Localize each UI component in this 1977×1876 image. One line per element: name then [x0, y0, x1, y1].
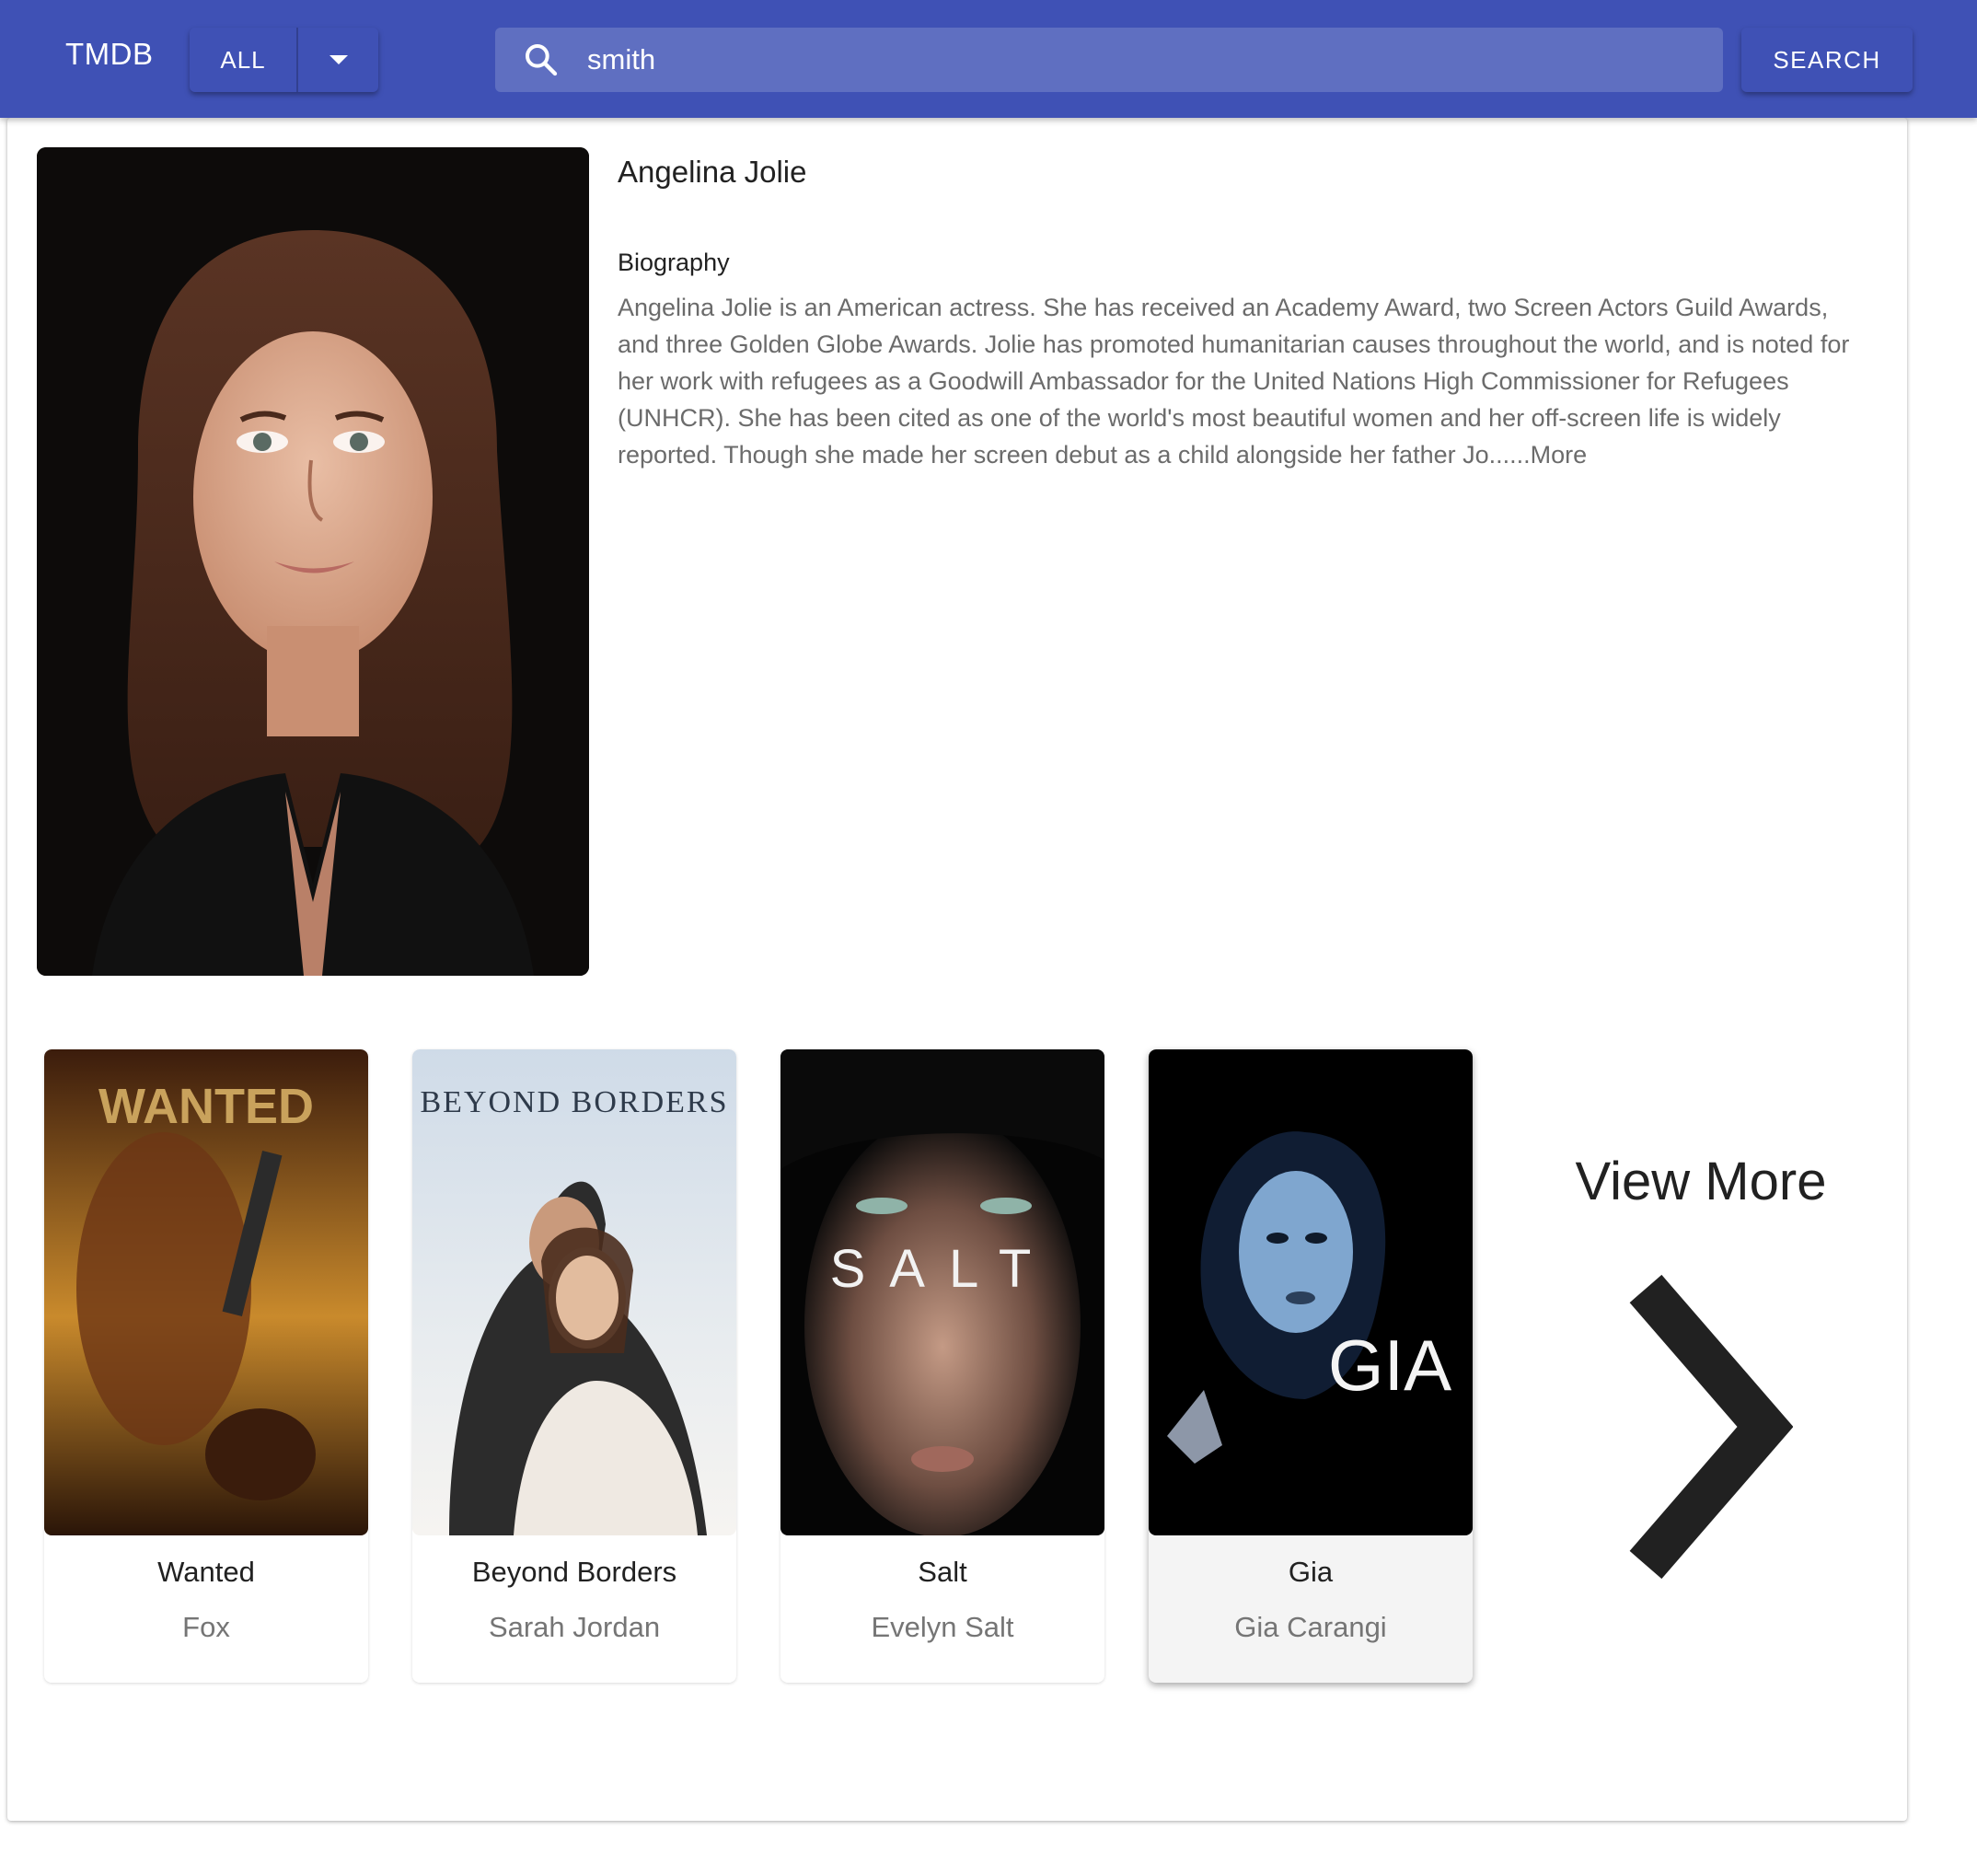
movie-character: Gia Carangi [1234, 1611, 1387, 1643]
view-more-button[interactable]: View More [1498, 1049, 1903, 1580]
movie-poster: BEYOND BORDERS [412, 1049, 736, 1535]
poster-title-text: SALT [830, 1239, 1056, 1299]
movie-title: Gia [1288, 1556, 1334, 1588]
person-portrait [37, 147, 589, 976]
poster-title-text: WANTED [98, 1079, 314, 1134]
movie-card-salt[interactable]: SALT Salt Evelyn Salt [780, 1049, 1104, 1683]
search-input[interactable] [587, 28, 1723, 92]
movie-character: Fox [182, 1611, 230, 1643]
movie-poster: WANTED [44, 1049, 368, 1535]
movie-title: Beyond Borders [471, 1556, 677, 1588]
biography-text[interactable]: Angelina Jolie is an American actress. S… [618, 289, 1851, 473]
person-name: Angelina Jolie [618, 155, 807, 189]
search-button[interactable]: SEARCH [1741, 28, 1913, 92]
poster-title-text: GIA [1328, 1325, 1451, 1406]
movie-poster: SALT [780, 1049, 1104, 1535]
movie-poster: GIA [1149, 1049, 1473, 1535]
view-more-label: View More [1575, 1152, 1827, 1211]
poster-title-text: BEYOND BORDERS [421, 1085, 729, 1119]
caret-down-icon [329, 55, 348, 64]
person-detail-card: Angelina Jolie Biography Angelina Jolie … [7, 118, 1907, 1821]
movie-title: Salt [918, 1556, 967, 1588]
app-bar: TMDB ALL SEARCH [0, 0, 1977, 118]
biography-heading: Biography [618, 249, 730, 276]
brand-title[interactable]: TMDB [65, 37, 154, 72]
media-filter-group: ALL [190, 28, 378, 92]
filter-dropdown-button[interactable] [298, 28, 378, 92]
movie-card-beyond-borders[interactable]: BEYOND BORDERS Beyond Borders Sarah Jord… [412, 1049, 736, 1683]
movie-character: Sarah Jordan [488, 1611, 661, 1643]
search-icon [495, 28, 587, 92]
movie-title: Wanted [157, 1556, 255, 1588]
movie-character: Evelyn Salt [871, 1611, 1014, 1643]
movie-card-wanted[interactable]: WANTED Wanted Fox [44, 1049, 368, 1683]
movie-card-gia[interactable]: GIA Gia Gia Carangi [1149, 1049, 1473, 1683]
search-field[interactable] [495, 28, 1723, 92]
filter-all-button[interactable]: ALL [190, 28, 298, 92]
chevron-right-icon [1609, 1270, 1794, 1588]
